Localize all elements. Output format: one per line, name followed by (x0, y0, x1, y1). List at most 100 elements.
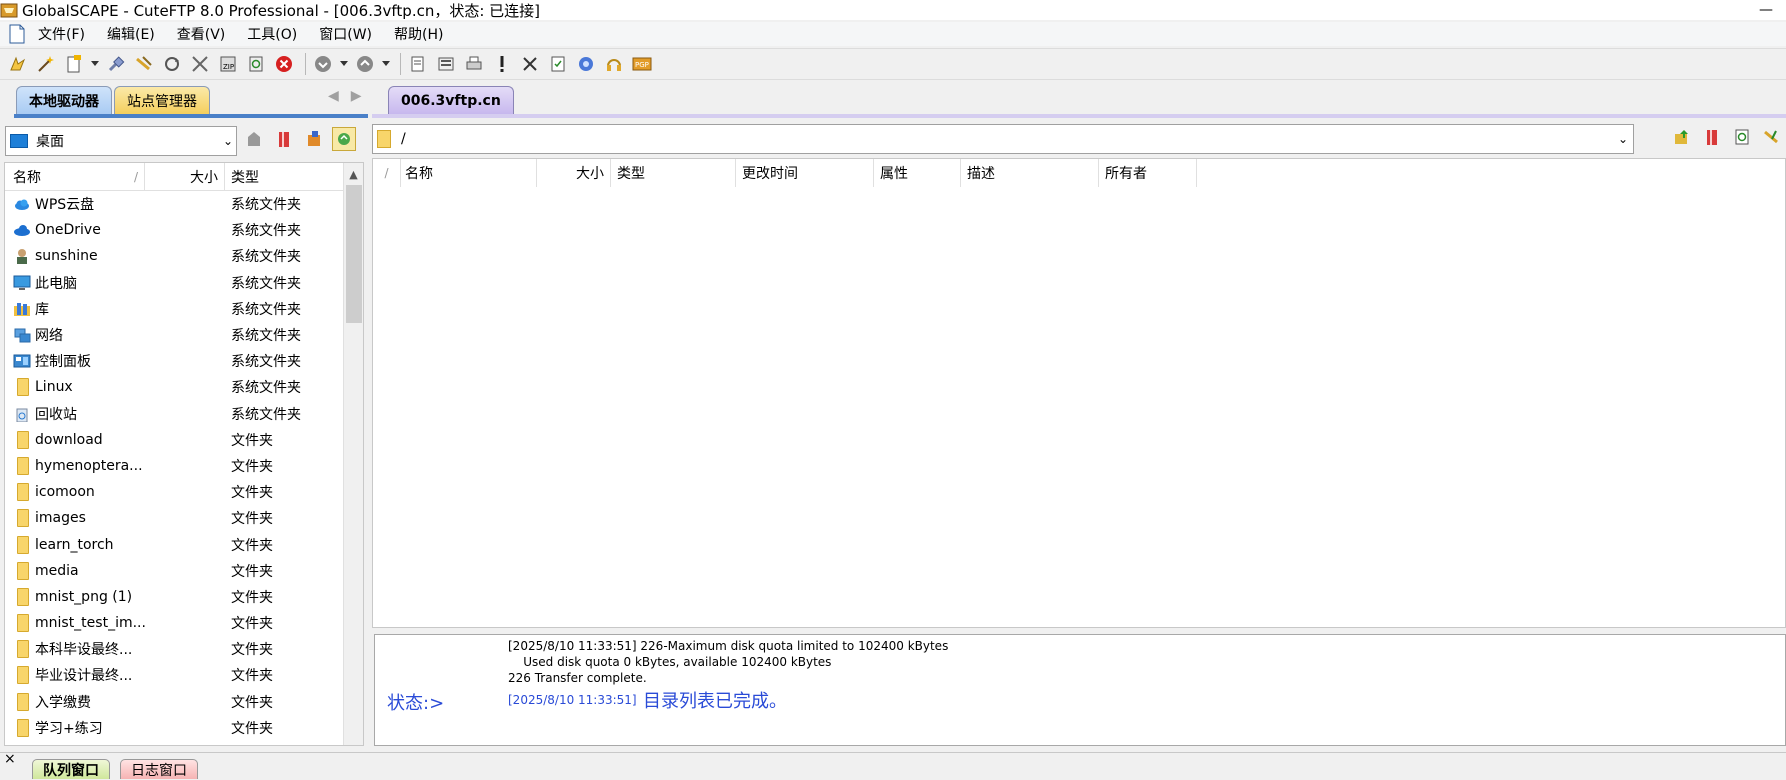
list-item[interactable]: 入学缴费 文件夹 (5, 689, 363, 715)
menu-view[interactable]: 查看(V) (177, 24, 226, 44)
column-type-header[interactable]: 类型 (225, 163, 345, 190)
list-item-name: mnist_test_im... (35, 615, 146, 632)
new-site-dropdown[interactable] (90, 52, 100, 76)
list-item[interactable]: hymenoptera... 文件夹 (5, 453, 363, 479)
refresh-button[interactable] (244, 52, 268, 76)
options-button[interactable] (574, 52, 598, 76)
list-item[interactable]: images 文件夹 (5, 505, 363, 531)
view-icon (438, 57, 454, 71)
list-item[interactable]: 学习+练习 文件夹 (5, 715, 363, 741)
menu-edit[interactable]: 编辑(E) (107, 24, 155, 44)
list-item[interactable]: media 文件夹 (5, 558, 363, 584)
column-owner-header[interactable]: 所有者 (1099, 159, 1197, 187)
column-attributes-header[interactable]: 属性 (874, 159, 961, 187)
list-item-type: 文件夹 (231, 485, 273, 502)
chevron-down-icon[interactable]: ⌄ (220, 134, 236, 148)
stop-transfer-button[interactable] (188, 52, 212, 76)
tab-local-drives[interactable]: 本地驱动器 (16, 86, 112, 114)
column-type-header[interactable]: 类型 (611, 159, 736, 187)
list-item[interactable]: sunshine 系统文件夹 (5, 243, 363, 269)
tab-scroll-right-icon[interactable]: ▶ (351, 88, 362, 104)
list-item-name-cell: learn_torch (5, 535, 225, 554)
list-item[interactable]: WPS云盘 系统文件夹 (5, 191, 363, 217)
reconnect-button[interactable] (160, 52, 184, 76)
list-item[interactable]: learn_torch 文件夹 (5, 531, 363, 557)
desktop-icon (10, 134, 28, 148)
pgp-button[interactable]: PGP (630, 52, 654, 76)
connect-wizard-button[interactable] (6, 52, 30, 76)
tab-queue-window[interactable]: 队列窗口 (32, 759, 110, 779)
connect-button[interactable] (104, 52, 128, 76)
remote-refresh-button[interactable] (1730, 125, 1754, 149)
tab-site-manager[interactable]: 站点管理器 (114, 86, 210, 114)
list-item[interactable]: 回收站 系统文件夹 (5, 401, 363, 427)
help-button[interactable] (602, 52, 626, 76)
remote-delete-button[interactable] (1700, 125, 1724, 149)
cancel-button[interactable] (272, 52, 296, 76)
column-name-header[interactable]: 名称 / (5, 163, 145, 190)
tab-remote-site[interactable]: 006.3vftp.cn (388, 86, 514, 114)
column-name-header[interactable]: 名称 (401, 159, 537, 187)
list-item[interactable]: 此电脑 系统文件夹 (5, 270, 363, 296)
unplug-icon (136, 56, 152, 71)
column-size-header[interactable]: 大小 (145, 163, 225, 190)
menu-file[interactable]: 文件(F) (38, 24, 85, 44)
tab-scroll-buttons: ◀ ▶ (316, 88, 362, 104)
sort-indicator: / (133, 169, 138, 184)
delete-button[interactable] (518, 52, 542, 76)
folder-icon (17, 561, 29, 580)
local-list-scrollbar[interactable]: ▲ (343, 163, 363, 745)
list-item[interactable]: Linux 系统文件夹 (5, 374, 363, 400)
column-size-header[interactable]: 大小 (537, 159, 611, 187)
cancel-icon (276, 56, 292, 72)
list-item[interactable]: icomoon 文件夹 (5, 479, 363, 505)
properties-button[interactable] (546, 52, 570, 76)
upload-button[interactable] (353, 52, 377, 76)
print-button[interactable] (462, 52, 486, 76)
menu-tools[interactable]: 工具(O) (247, 24, 297, 44)
local-path-combobox[interactable]: 桌面 ⌄ (5, 126, 237, 156)
view-button[interactable] (434, 52, 458, 76)
chevron-down-icon[interactable]: ⌄ (1613, 132, 1633, 146)
list-item[interactable]: OneDrive 系统文件夹 (5, 217, 363, 243)
scrollbar-thumb[interactable] (346, 185, 362, 323)
remote-path-combobox[interactable]: / ⌄ (372, 124, 1634, 154)
remote-stop-button[interactable] (1760, 125, 1784, 149)
list-item[interactable]: 库 系统文件夹 (5, 296, 363, 322)
new-site-button[interactable] (62, 52, 86, 76)
close-icon[interactable]: × (4, 751, 16, 767)
list-item[interactable]: 本科毕设最终... 文件夹 (5, 636, 363, 662)
download-button[interactable] (311, 52, 335, 76)
list-item[interactable]: 控制面板 系统文件夹 (5, 348, 363, 374)
edit-button[interactable] (406, 52, 430, 76)
list-item[interactable]: 毕业设计最终... 文件夹 (5, 662, 363, 688)
minimize-button[interactable]: — (1746, 0, 1786, 20)
document-icon[interactable] (8, 24, 26, 44)
tab-scroll-left-icon[interactable]: ◀ (328, 88, 339, 104)
local-delete-button[interactable] (272, 127, 296, 151)
upload-dropdown[interactable] (381, 52, 391, 76)
headset-icon (607, 59, 621, 71)
error-button[interactable] (490, 52, 514, 76)
list-item[interactable]: download 文件夹 (5, 427, 363, 453)
menu-window[interactable]: 窗口(W) (319, 24, 372, 44)
download-dropdown[interactable] (339, 52, 349, 76)
remote-up-folder-button[interactable] (1670, 125, 1694, 149)
menu-help[interactable]: 帮助(H) (394, 24, 443, 44)
disconnect-button[interactable] (132, 52, 156, 76)
compress-button[interactable]: ZIP (216, 52, 240, 76)
list-item[interactable]: mnist_png (1) 文件夹 (5, 584, 363, 610)
list-item[interactable]: 网络 系统文件夹 (5, 322, 363, 348)
column-description-header[interactable]: 描述 (961, 159, 1099, 187)
local-up-folder-button[interactable] (242, 127, 266, 151)
local-new-folder-button[interactable] (302, 127, 326, 151)
tab-log-window[interactable]: 日志窗口 (120, 759, 198, 779)
log-pane: [2025/8/10 11:33:51] 226-Maximum disk qu… (374, 634, 1786, 746)
quick-connect-button[interactable] (34, 52, 58, 76)
list-item[interactable]: mnist_test_im... 文件夹 (5, 610, 363, 636)
scroll-up-icon[interactable]: ▲ (344, 163, 363, 185)
sort-indicator[interactable]: / (373, 159, 401, 187)
local-sync-button[interactable] (332, 127, 356, 151)
list-item-type: 系统文件夹 (231, 249, 301, 266)
column-modified-header[interactable]: 更改时间 (736, 159, 874, 187)
